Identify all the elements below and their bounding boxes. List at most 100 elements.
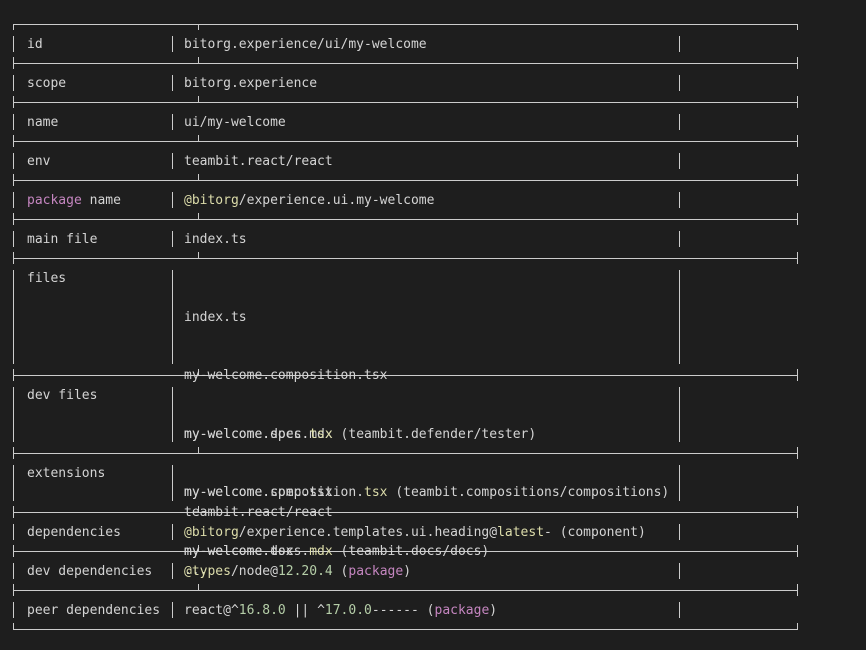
row-value[interactable]: @types/node@12.20.4 (package) [184, 562, 411, 582]
devdep-close: ) [403, 563, 412, 579]
left-border [13, 369, 14, 381]
row-key: name [27, 114, 59, 130]
corner-tick [13, 623, 14, 629]
row-separator [13, 102, 798, 103]
value-line[interactable]: bitorg.experience [184, 74, 317, 94]
pipe-left [13, 153, 14, 169]
right-border [797, 506, 798, 518]
dev-file-tester: (teambit.docs/docs) [332, 543, 490, 559]
peerdep-open: ( [418, 602, 435, 618]
row-key: main file [27, 231, 98, 247]
value-line[interactable]: teambit.react/react [184, 152, 333, 172]
right-border [797, 96, 798, 108]
pipe-right [679, 36, 680, 52]
devdep-path: /node@ [230, 563, 278, 579]
right-border [797, 545, 798, 557]
pipe-right [679, 231, 680, 247]
right-border [797, 447, 798, 459]
pipe-left [13, 270, 14, 364]
pipe-mid [172, 75, 173, 91]
row-key: id [27, 36, 43, 52]
row-key: env [27, 153, 51, 169]
row-value[interactable]: @bitorg/experience.ui.my-welcome [184, 191, 434, 211]
column-tick [198, 252, 199, 258]
column-tick [198, 96, 199, 102]
row-key: extensions [27, 465, 106, 481]
left-border [13, 447, 14, 459]
left-border [13, 96, 14, 108]
value-line[interactable]: @bitorg/experience.ui.my-welcome [184, 191, 434, 211]
row-key: dependencies [27, 524, 121, 540]
devdep-scope: types [191, 563, 231, 579]
row-value[interactable]: react@^16.8.0 || ^17.0.0------ (package) [184, 601, 497, 621]
pipe-mid [172, 387, 173, 442]
corner-tick [13, 24, 14, 30]
left-border [13, 252, 14, 264]
left-border [13, 57, 14, 69]
pipe-right [679, 75, 680, 91]
pipe-left [13, 563, 14, 579]
row-value[interactable]: ui/my-welcome [184, 113, 286, 133]
pipe-left [13, 36, 14, 52]
dev-file-name: my-welcome.spec. [184, 426, 310, 442]
corner-tick [797, 24, 798, 30]
value-line[interactable]: bitorg.experience/ui/my-welcome [184, 35, 427, 55]
pipe-left [13, 387, 14, 442]
row-value[interactable]: bitorg.experience [184, 74, 317, 94]
pipe-mid [172, 602, 173, 618]
corner-tick [797, 623, 798, 629]
row-value[interactable]: bitorg.experience/ui/my-welcome [184, 35, 427, 55]
peerdep-mid: || ^ [285, 602, 325, 618]
left-border [13, 135, 14, 147]
pipe-mid [172, 465, 173, 501]
value-line[interactable]: index.ts [184, 230, 247, 250]
peerdep-dashes: ------ [371, 602, 419, 618]
right-border [797, 252, 798, 264]
pipe-mid [172, 563, 173, 579]
column-tick [198, 57, 199, 63]
right-border [797, 213, 798, 225]
file-item[interactable]: index.ts [184, 308, 388, 328]
left-border [13, 213, 14, 225]
dev-file-item[interactable]: my-welcome.spec.tsx (teambit.defender/te… [184, 425, 669, 445]
pipe-left [13, 231, 14, 247]
value-line[interactable]: ui/my-welcome [184, 113, 286, 133]
dependency-item[interactable]: @bitorg/experience.templates.ui.heading@… [184, 523, 646, 543]
row-key: peer dependencies [27, 602, 161, 618]
package-scope: bitorg [191, 192, 239, 208]
pipe-mid [172, 270, 173, 364]
row-value[interactable]: index.ts [184, 230, 247, 250]
pipe-left [13, 602, 14, 618]
pipe-left [13, 465, 14, 501]
peer-dependency-item[interactable]: react@^16.8.0 || ^17.0.0------ (package) [184, 601, 497, 621]
terminal-output: id bitorg.experience/ui/my-welcome scope… [13, 24, 799, 630]
right-border [797, 584, 798, 596]
key-suffix: name [81, 192, 121, 208]
dep-version: latest [497, 524, 545, 540]
left-border [13, 584, 14, 596]
devdep-version: 12.20.4 [277, 563, 333, 579]
key-prefix: package [27, 192, 82, 208]
column-tick [198, 135, 199, 141]
table-border-bottom [13, 629, 798, 630]
row-key: dev dependencies [27, 563, 153, 579]
pipe-left [13, 524, 14, 540]
extension-item[interactable]: teambit.react/react [184, 503, 333, 523]
pipe-mid [172, 153, 173, 169]
row-separator [13, 63, 798, 64]
row-value[interactable]: @bitorg/experience.templates.ui.heading@… [184, 523, 646, 543]
devdep-open: ( [332, 563, 349, 579]
file-item[interactable]: my-welcome.composition.tsx [184, 366, 388, 386]
column-tick [198, 213, 199, 219]
dev-dependency-item[interactable]: @types/node@12.20.4 (package) [184, 562, 411, 582]
row-key: files [27, 270, 67, 286]
row-separator [13, 258, 798, 259]
dev-file-ext: tsx [364, 485, 388, 500]
pipe-right [679, 465, 680, 501]
right-border [797, 57, 798, 69]
column-tick [198, 174, 199, 180]
pipe-right [679, 114, 680, 130]
pipe-left [13, 75, 14, 91]
dep-scope: bitorg [191, 524, 239, 540]
row-value[interactable]: teambit.react/react [184, 152, 333, 172]
